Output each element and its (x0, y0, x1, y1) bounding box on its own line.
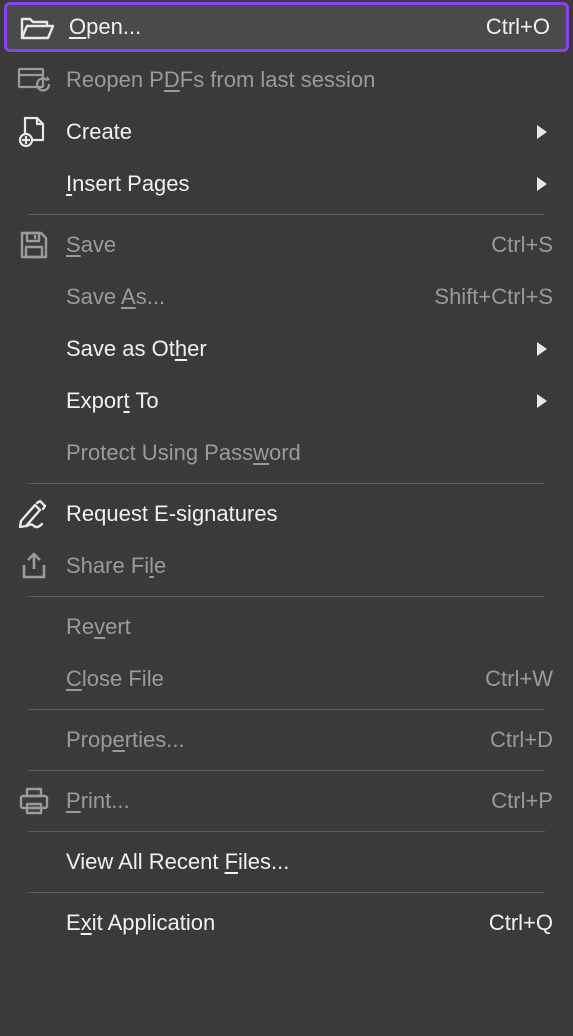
menu-label: Save (56, 232, 491, 258)
menu-item-request-signatures[interactable]: Request E-signatures (0, 488, 573, 540)
menu-label: Reopen PDFs from last session (56, 67, 553, 93)
menu-label: Save As... (56, 284, 434, 310)
menu-item-insert-pages[interactable]: Insert Pages (0, 158, 573, 210)
submenu-arrow-icon (537, 394, 547, 408)
separator (28, 709, 545, 710)
menu-item-save-as[interactable]: Save As... Shift+Ctrl+S (0, 271, 573, 323)
menu-label: Create (56, 119, 537, 145)
separator (28, 483, 545, 484)
separator (28, 214, 545, 215)
separator (28, 831, 545, 832)
menu-item-export-to[interactable]: Export To (0, 375, 573, 427)
menu-item-properties[interactable]: Properties... Ctrl+D (0, 714, 573, 766)
menu-item-protect[interactable]: Protect Using Password (0, 427, 573, 479)
print-icon (12, 786, 56, 816)
menu-shortcut: Ctrl+D (490, 727, 553, 753)
submenu-arrow-icon (537, 342, 547, 356)
save-icon (12, 230, 56, 260)
menu-item-close-file[interactable]: Close File Ctrl+W (0, 653, 573, 705)
menu-item-share-file[interactable]: Share File (0, 540, 573, 592)
reopen-icon (12, 66, 56, 94)
menu-label: Revert (56, 614, 553, 640)
signature-icon (12, 499, 56, 529)
menu-item-print[interactable]: Print... Ctrl+P (0, 775, 573, 827)
menu-label: Properties... (56, 727, 490, 753)
menu-label: View All Recent Files... (56, 849, 553, 875)
menu-label: Print... (56, 788, 491, 814)
menu-shortcut: Ctrl+O (486, 14, 550, 40)
menu-label: Close File (56, 666, 485, 692)
separator (28, 596, 545, 597)
file-menu: Open... Ctrl+O Reopen PDFs from last ses… (0, 2, 573, 949)
menu-label: Exit Application (56, 910, 489, 936)
submenu-arrow-icon (537, 125, 547, 139)
menu-label: Export To (56, 388, 537, 414)
menu-shortcut: Ctrl+P (491, 788, 553, 814)
menu-label: Share File (56, 553, 553, 579)
menu-item-exit[interactable]: Exit Application Ctrl+Q (0, 897, 573, 949)
menu-shortcut: Ctrl+S (491, 232, 553, 258)
separator (28, 892, 545, 893)
folder-open-icon (15, 12, 59, 42)
menu-shortcut: Ctrl+W (485, 666, 553, 692)
menu-item-save-as-other[interactable]: Save as Other (0, 323, 573, 375)
menu-label: Open... (59, 14, 486, 40)
menu-shortcut: Ctrl+Q (489, 910, 553, 936)
share-icon (12, 551, 56, 581)
menu-item-revert[interactable]: Revert (0, 601, 573, 653)
menu-item-open[interactable]: Open... Ctrl+O (4, 2, 569, 52)
menu-item-create[interactable]: Create (0, 106, 573, 158)
menu-item-reopen[interactable]: Reopen PDFs from last session (0, 54, 573, 106)
menu-label: Request E-signatures (56, 501, 553, 527)
separator (28, 770, 545, 771)
menu-item-save[interactable]: Save Ctrl+S (0, 219, 573, 271)
menu-label: Insert Pages (56, 171, 537, 197)
menu-item-view-recent[interactable]: View All Recent Files... (0, 836, 573, 888)
menu-label: Save as Other (56, 336, 537, 362)
create-icon (12, 116, 56, 148)
submenu-arrow-icon (537, 177, 547, 191)
menu-shortcut: Shift+Ctrl+S (434, 284, 553, 310)
menu-label: Protect Using Password (56, 440, 553, 466)
